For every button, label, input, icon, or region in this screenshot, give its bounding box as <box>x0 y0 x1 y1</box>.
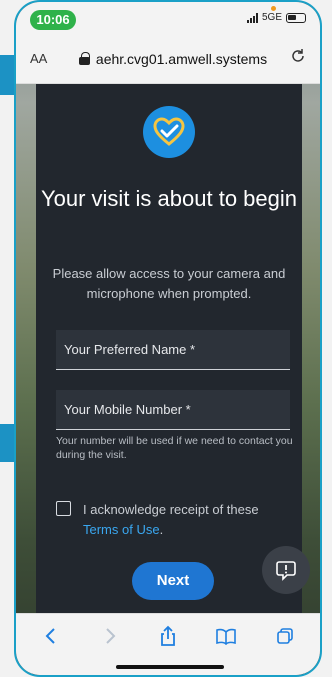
browser-toolbar <box>16 613 320 675</box>
network-suffix: E <box>275 12 282 23</box>
mobile-hint: Your number will be used if we need to c… <box>56 435 293 461</box>
share-icon[interactable] <box>153 621 183 651</box>
page-title: Your visit is about to begin <box>40 186 298 211</box>
terms-acknowledgement: I acknowledge receipt of these Terms of … <box>56 500 290 540</box>
terms-suffix: . <box>159 522 164 537</box>
signal-icon <box>246 12 258 23</box>
network-label: 5G <box>261 12 276 23</box>
home-indicator <box>116 665 224 669</box>
text-size-button[interactable]: AA <box>30 51 70 66</box>
heart-check-logo-icon <box>143 106 195 158</box>
next-button[interactable]: Next <box>132 562 214 600</box>
url-text: aehr.cvg01.amwell.systems <box>95 50 268 67</box>
status-icons: 5G E <box>246 12 306 23</box>
reload-icon[interactable] <box>276 48 306 69</box>
battery-icon <box>286 12 306 23</box>
visit-card: Your visit is about to begin Please allo… <box>36 84 302 616</box>
status-bar: 10:06 5G E <box>16 2 320 34</box>
phone-frame: 10:06 5G E AA aehr.cvg01.amwell.systems Y… <box>14 0 322 677</box>
terms-of-use-link[interactable]: Terms of Use <box>83 522 160 537</box>
url-display[interactable]: aehr.cvg01.amwell.systems <box>70 51 276 67</box>
terms-checkbox[interactable] <box>56 501 71 516</box>
address-bar[interactable]: AA aehr.cvg01.amwell.systems <box>16 34 320 84</box>
preferred-name-input[interactable] <box>56 330 290 369</box>
back-icon[interactable] <box>36 621 66 651</box>
mobile-number-field[interactable] <box>56 390 290 430</box>
page-subtitle: Please allow access to your camera and m… <box>52 266 286 301</box>
bookmarks-icon[interactable] <box>211 621 241 651</box>
tabs-icon[interactable] <box>270 621 300 651</box>
lock-icon <box>78 52 90 65</box>
chat-icon[interactable] <box>262 546 310 594</box>
mobile-number-input[interactable] <box>56 390 290 429</box>
preferred-name-field[interactable] <box>56 330 290 370</box>
acknowledge-label: I acknowledge receipt of these <box>83 502 259 517</box>
status-time: 10:06 <box>30 10 76 30</box>
acknowledge-text: I acknowledge receipt of these Terms of … <box>83 500 259 540</box>
mic-indicator-dot <box>271 6 276 11</box>
forward-icon[interactable] <box>95 621 125 651</box>
